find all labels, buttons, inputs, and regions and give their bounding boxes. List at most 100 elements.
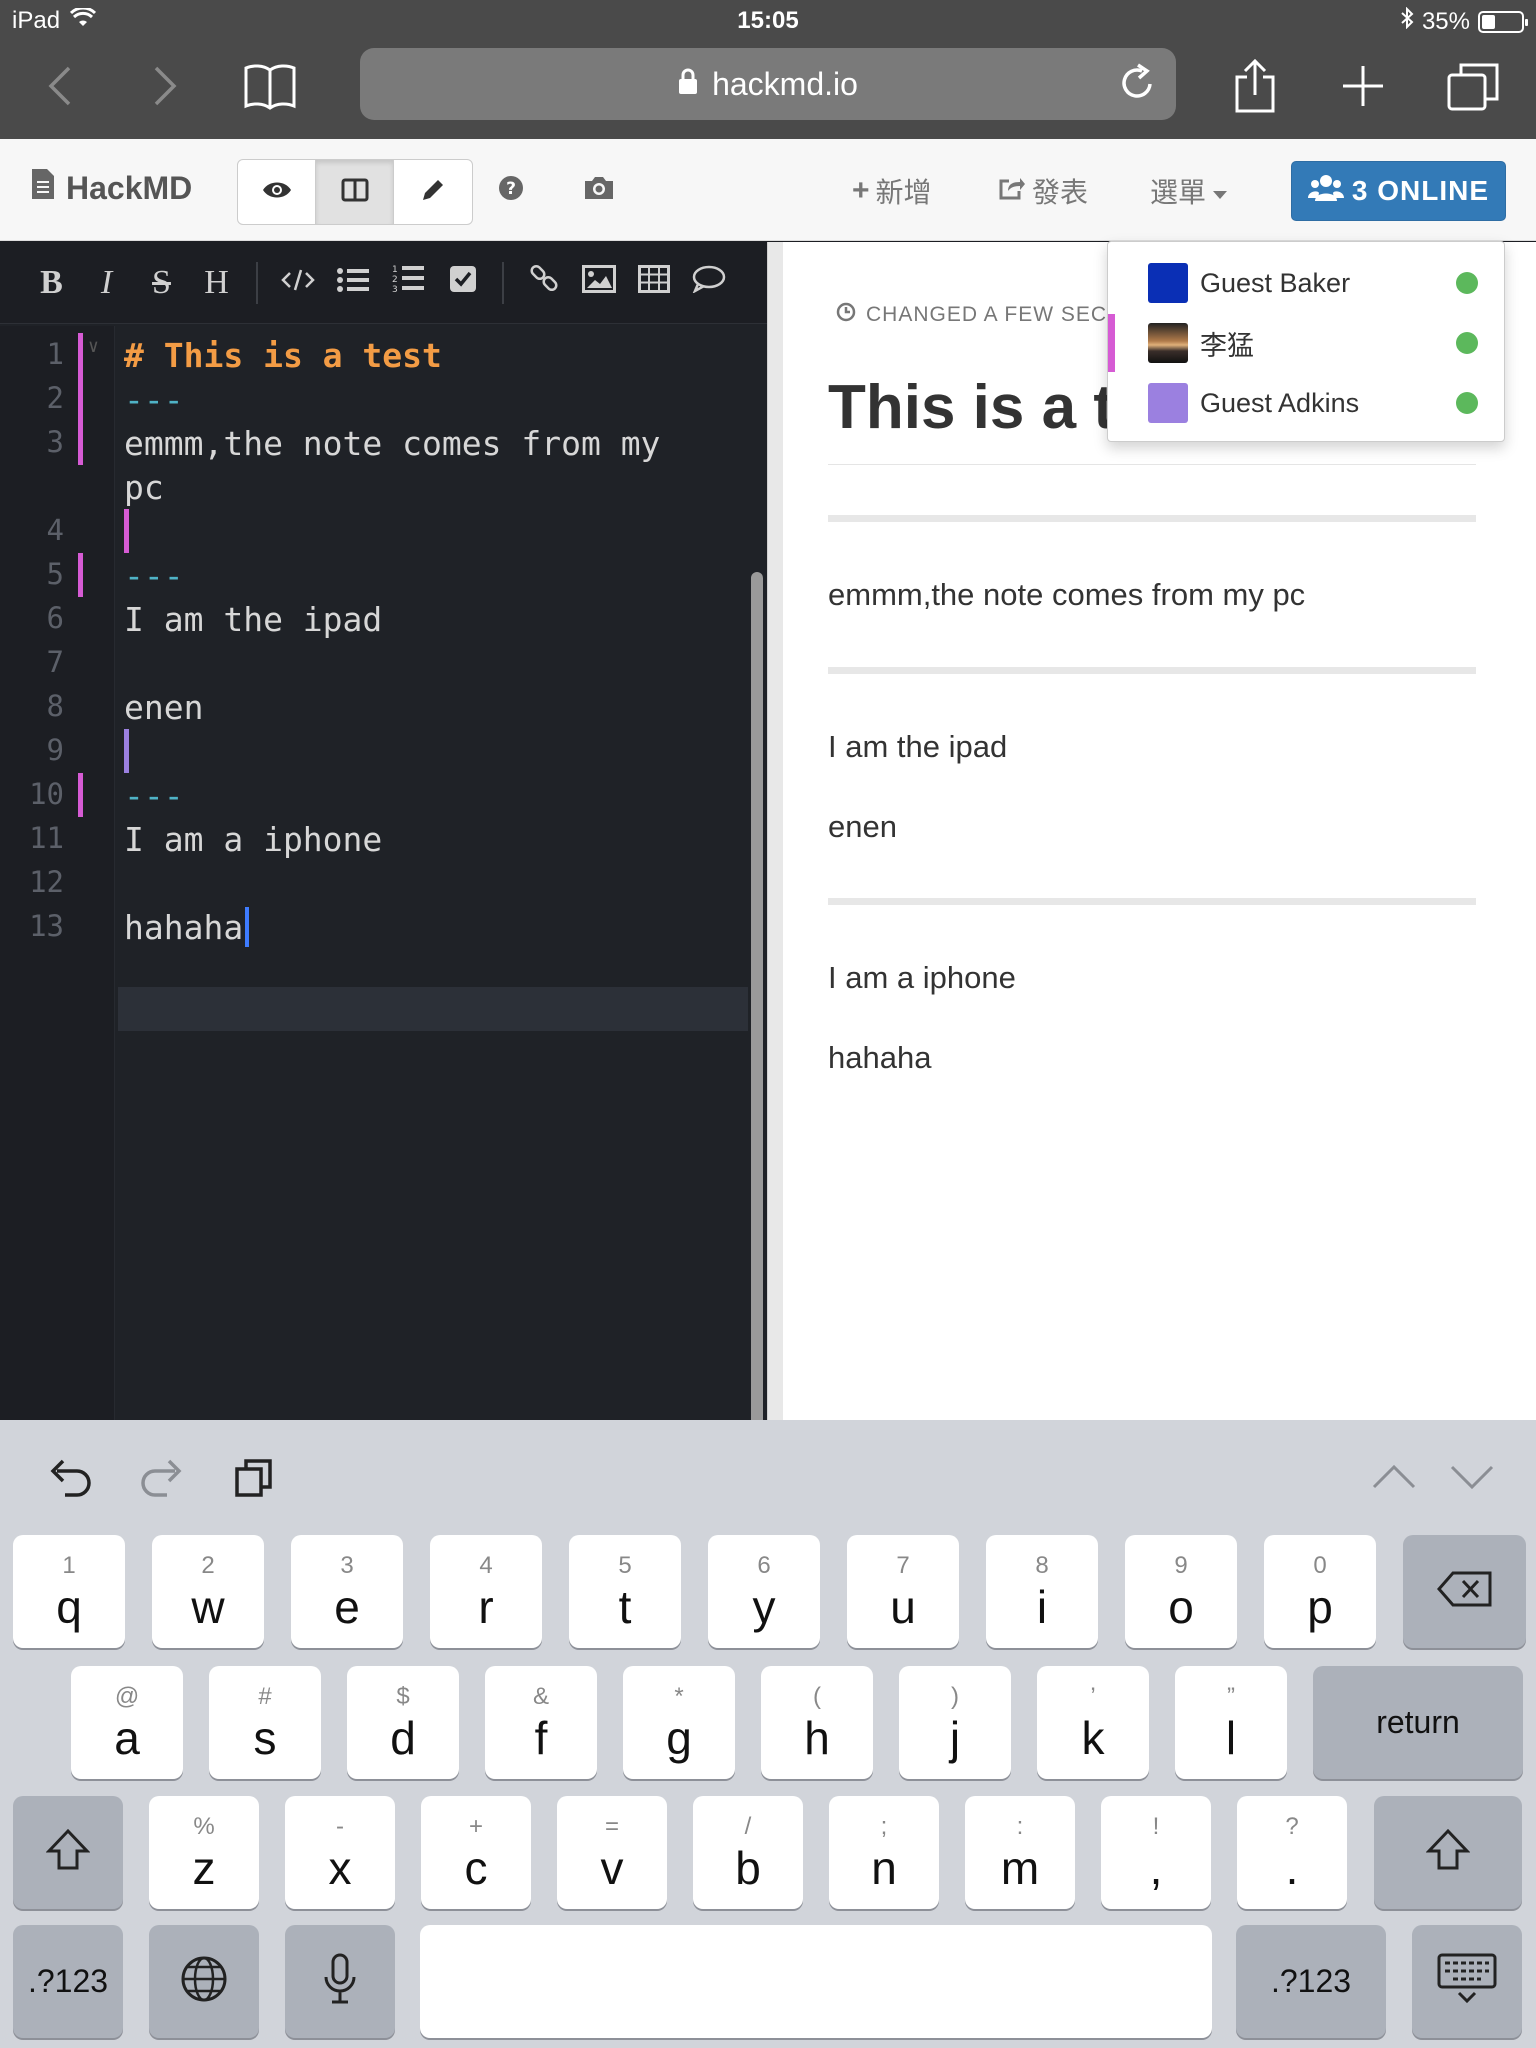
code-line[interactable]: 2 --- [0,377,752,421]
table-button[interactable] [626,258,681,308]
back-button[interactable] [30,58,90,114]
key-l[interactable]: ” l [1175,1666,1287,1779]
redo-button[interactable] [136,1454,188,1504]
code-area[interactable]: ∨ 1 # This is a test 2 --- 3 emmm,the note co… [0,326,752,1420]
bold-button[interactable]: B [24,258,79,308]
bullet-list-button[interactable] [325,258,380,308]
key-e[interactable]: 3e [291,1535,403,1648]
numbers-key-right[interactable]: .?123 [1236,1925,1386,2038]
key-punct[interactable]: !, [1101,1796,1211,1909]
share-button[interactable] [1225,58,1285,114]
new-note-button[interactable]: + 新增 [852,169,932,213]
key-b[interactable]: / b [693,1796,803,1909]
numbers-key-left[interactable]: .?123 [13,1925,123,2038]
strikethrough-button[interactable]: S [134,258,189,308]
online-users-button[interactable]: 3 ONLINE [1291,161,1506,221]
line-text: hahaha [124,908,244,947]
key-h[interactable]: (h [761,1666,873,1779]
active-line-highlight [118,987,748,1031]
paste-button[interactable] [228,1454,280,1504]
both-mode-button[interactable] [316,160,394,224]
code-line[interactable]: pc [0,465,752,509]
italic-button[interactable]: I [79,258,134,308]
dictation-key[interactable] [285,1925,395,2038]
comment-button[interactable] [681,258,736,308]
undo-button[interactable] [44,1454,96,1504]
keyboard-shortcut-bar [0,1420,1536,1532]
bookmarks-button[interactable] [240,58,300,114]
heading-button[interactable]: H [189,258,244,308]
svg-text:?: ? [506,179,516,199]
code-line[interactable]: 9 [0,729,752,773]
next-field-button[interactable] [1446,1454,1498,1504]
key-d[interactable]: $ d [347,1666,459,1779]
key-c[interactable]: + c [421,1796,531,1909]
key-a[interactable]: @ a [71,1666,183,1779]
online-user[interactable]: Guest Baker [1148,261,1478,305]
menu-button[interactable]: 選單 [1150,169,1228,213]
tabs-button[interactable] [1443,58,1503,114]
hide-keyboard-key[interactable] [1412,1925,1522,2038]
key-char: t [618,1580,632,1633]
key-q[interactable]: 1q [13,1535,125,1648]
code-line[interactable]: 6 I am the ipad [0,597,752,641]
code-line[interactable]: 8 enen [0,685,752,729]
numbered-list-button[interactable]: 123 [380,258,435,308]
globe-key[interactable] [149,1925,259,2038]
code-line[interactable]: 4 [0,509,752,553]
address-bar[interactable]: hackmd.io [360,48,1176,120]
key-m[interactable]: :m [965,1796,1075,1909]
shift-key-right[interactable] [1374,1796,1522,1909]
shift-key-left[interactable] [13,1796,123,1909]
key-f[interactable]: & f [485,1666,597,1779]
online-user[interactable]: Guest Adkins [1148,381,1478,425]
key-t[interactable]: 5t [569,1535,681,1648]
key-y[interactable]: 6y [708,1535,820,1648]
key-s[interactable]: # s [209,1666,321,1779]
key-p[interactable]: 0p [1264,1535,1376,1648]
key-n[interactable]: ; n [829,1796,939,1909]
previous-field-button[interactable] [1368,1454,1420,1504]
key-k[interactable]: ’ k [1037,1666,1149,1779]
brand[interactable]: HackMD [30,167,192,209]
online-user[interactable]: 李猛 [1108,314,1478,372]
return-key[interactable]: return [1313,1666,1523,1779]
key-r[interactable]: 4r [430,1535,542,1648]
key-v[interactable]: = v [557,1796,667,1909]
code-line[interactable]: 13 hahaha [0,905,752,949]
publish-button[interactable]: 發表 [998,169,1088,213]
edit-mode-button[interactable] [394,160,472,224]
code-line[interactable]: 1 # This is a test [0,333,752,377]
line-number: 9 [46,733,64,767]
pane-splitter[interactable] [767,242,783,1420]
backspace-key[interactable] [1403,1535,1526,1648]
key-o[interactable]: 9o [1125,1535,1237,1648]
checkbox-button[interactable] [435,258,490,308]
key-j[interactable]: ) j [899,1666,1011,1779]
help-button[interactable]: ? [498,169,524,213]
code-line[interactable]: 5 --- [0,553,752,597]
code-line[interactable]: 3 emmm,the note comes from my [0,421,752,465]
key-i[interactable]: 8i [986,1535,1098,1648]
key-z[interactable]: % z [149,1796,259,1909]
code-button[interactable] [270,258,325,308]
list-ol-icon: 123 [392,263,424,302]
image-button[interactable] [571,258,626,308]
key-x[interactable]: -x [285,1796,395,1909]
code-line[interactable]: 7 [0,641,752,685]
forward-button[interactable] [135,58,195,114]
code-line[interactable]: 10 --- [0,773,752,817]
new-tab-button[interactable] [1333,58,1393,114]
link-button[interactable] [516,258,571,308]
key-w[interactable]: 2w [152,1535,264,1648]
key-alt-char: + [468,1812,483,1840]
code-line[interactable]: 12 [0,861,752,905]
reload-icon[interactable] [1118,62,1158,112]
view-mode-button[interactable] [238,160,316,224]
key-punct[interactable]: ?. [1237,1796,1347,1909]
key-g[interactable]: * g [623,1666,735,1779]
key-u[interactable]: 7u [847,1535,959,1648]
snapshot-button[interactable] [583,169,615,213]
code-line[interactable]: 11 I am a iphone [0,817,752,861]
space-bar[interactable] [420,1925,1212,2038]
